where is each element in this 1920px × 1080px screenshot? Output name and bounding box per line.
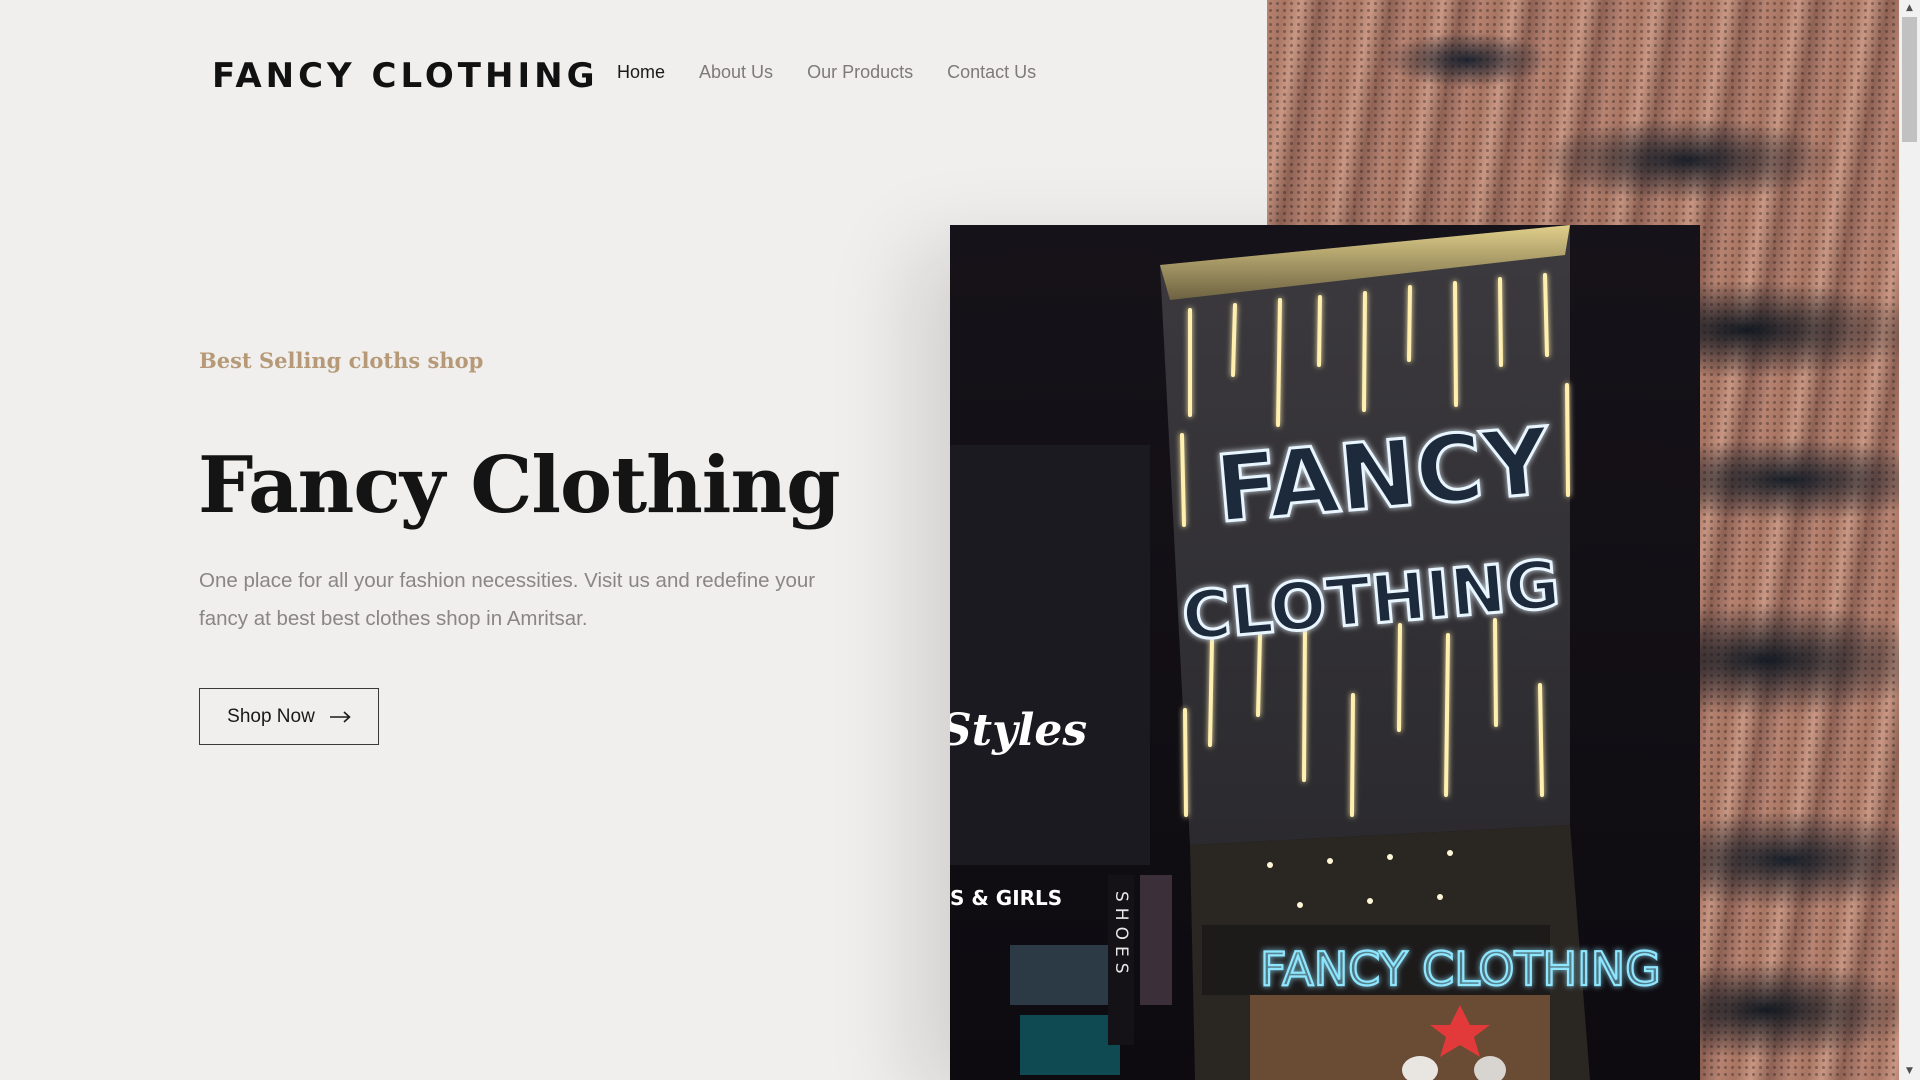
storefront-photo: FANCY CLOTHING FANCY CLOTHING Styles S &…: [950, 225, 1700, 1080]
nav-home[interactable]: Home: [617, 62, 665, 83]
scroll-thumb[interactable]: [1902, 17, 1917, 142]
shop-now-button[interactable]: Shop Now: [199, 688, 379, 745]
vertical-scrollbar[interactable]: ▲ ▼: [1899, 0, 1920, 1080]
hero-title: Fancy Clothing: [198, 440, 841, 531]
side-shop-sign: Styles: [950, 705, 1087, 756]
nav-contact-us[interactable]: Contact Us: [947, 62, 1036, 83]
scroll-up-arrow-icon[interactable]: ▲: [1899, 0, 1920, 17]
site-logo[interactable]: FANCY CLOTHING: [212, 56, 598, 96]
page: FANCY CLOTHING Home About Us Our Product…: [0, 0, 1920, 1080]
storefront-lower-sign: FANCY CLOTHING: [1260, 942, 1661, 996]
hero-description: One place for all your fashion necessiti…: [199, 569, 816, 630]
side-shop-subsign: S & GIRLS: [950, 886, 1062, 910]
hero-eyebrow: Best Selling cloths shop: [199, 348, 484, 373]
vertical-shoes-sign: SHOES: [1111, 891, 1131, 980]
arrow-right-icon: [329, 710, 351, 723]
shop-now-label: Shop Now: [227, 705, 315, 727]
scroll-down-arrow-icon[interactable]: ▼: [1899, 1063, 1920, 1080]
nav-our-products[interactable]: Our Products: [807, 62, 913, 83]
nav-about-us[interactable]: About Us: [699, 62, 773, 83]
main-nav: Home About Us Our Products Contact Us: [617, 62, 1036, 83]
